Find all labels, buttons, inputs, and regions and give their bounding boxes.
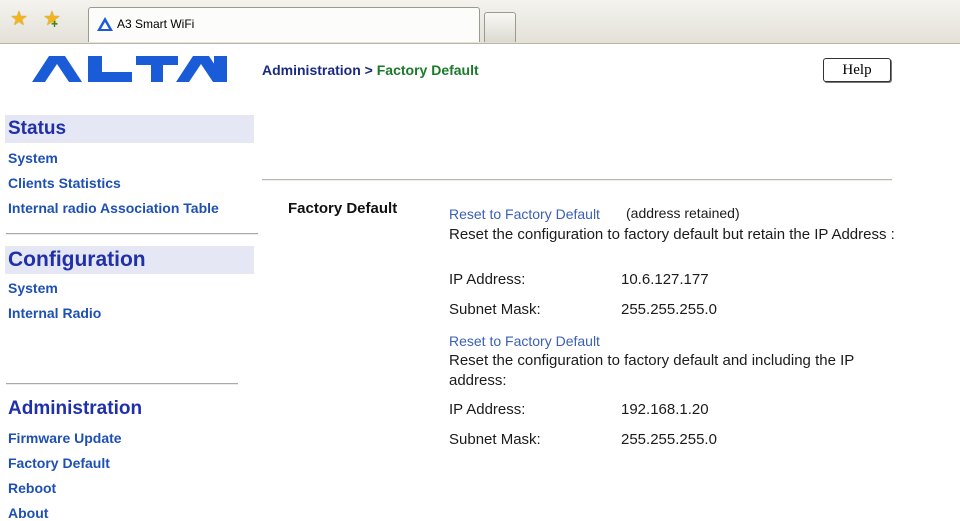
- nav-item-firmware-update[interactable]: Firmware Update: [8, 430, 122, 446]
- help-button[interactable]: Help: [823, 58, 891, 82]
- nav-heading-administration: Administration: [8, 398, 143, 419]
- star-icon[interactable]: ★: [10, 9, 28, 29]
- section-label: Factory Default: [288, 200, 398, 217]
- nav-heading-status: Status: [5, 115, 254, 143]
- new-tab-button[interactable]: [484, 12, 516, 42]
- nav-item-about[interactable]: About: [8, 505, 48, 521]
- subnet-value: 255.255.255.0: [621, 301, 717, 318]
- ip-value: 10.6.127.177: [621, 271, 709, 288]
- add-favorite-icon[interactable]: ★: [43, 9, 61, 34]
- reset-full-link[interactable]: Reset to Factory Default: [449, 333, 600, 349]
- breadcrumb-page: Factory Default: [376, 62, 479, 78]
- nav-item-internal-radio[interactable]: Internal Radio: [8, 305, 101, 321]
- subnet-label: Subnet Mask:: [449, 431, 541, 448]
- tab-title: A3 Smart WiFi: [117, 17, 195, 31]
- content-divider: [262, 179, 892, 181]
- nav-item-clients-statistics[interactable]: Clients Statistics: [8, 175, 121, 191]
- altai-logo: [32, 56, 227, 82]
- ip-label: IP Address:: [449, 401, 526, 418]
- ip-label: IP Address:: [449, 271, 526, 288]
- browser-tab[interactable]: A3 Smart WiFi: [88, 7, 480, 42]
- reset-retain-note: (address retained): [626, 205, 740, 221]
- reset-full-description: Reset the configuration to factory defau…: [449, 352, 854, 389]
- ip-value: 192.168.1.20: [621, 401, 709, 418]
- nav-divider: [6, 383, 238, 385]
- nav-item-reboot[interactable]: Reboot: [8, 480, 56, 496]
- browser-tab-strip: ★ ★ A3 Smart WiFi: [0, 0, 960, 44]
- subnet-label: Subnet Mask:: [449, 301, 541, 318]
- reset-retain-description: Reset the configuration to factory defau…: [449, 226, 895, 243]
- nav-item-config-system[interactable]: System: [8, 280, 58, 296]
- nav-item-association-table[interactable]: Internal radio Association Table: [8, 200, 219, 216]
- nav-item-status-system[interactable]: System: [8, 150, 58, 166]
- nav-item-factory-default[interactable]: Factory Default: [8, 455, 110, 471]
- breadcrumb-section: Administration >: [262, 62, 373, 78]
- altai-logo-icon: [97, 17, 113, 31]
- reset-retain-ip-link[interactable]: Reset to Factory Default: [449, 206, 600, 222]
- nav-divider: [6, 233, 258, 235]
- nav-heading-configuration: Configuration: [5, 246, 254, 274]
- breadcrumb: Administration > Factory Default: [262, 62, 479, 78]
- subnet-value: 255.255.255.0: [621, 431, 717, 448]
